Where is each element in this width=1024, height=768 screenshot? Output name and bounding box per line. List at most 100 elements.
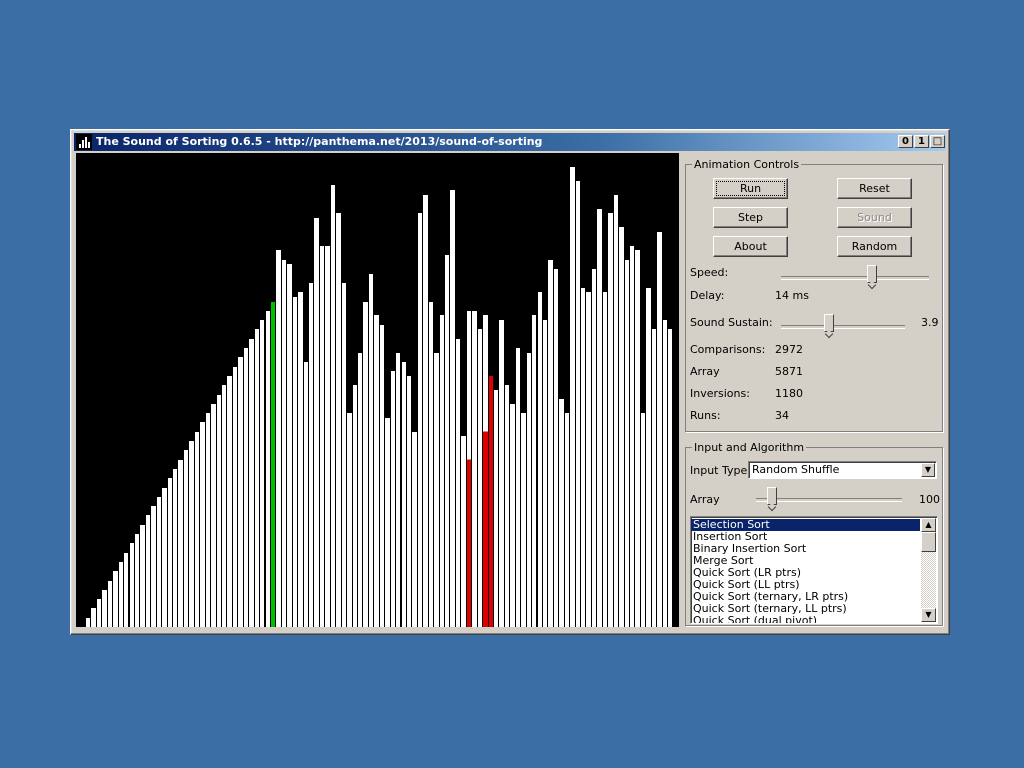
animation-controls-legend: Animation Controls	[694, 158, 800, 171]
sound-sustain-slider-thumb[interactable]	[824, 314, 835, 332]
value-bar	[347, 413, 352, 627]
restore-icon[interactable]: 1	[914, 135, 929, 148]
value-bar	[390, 371, 396, 627]
value-bar	[287, 264, 292, 627]
value-bar	[483, 315, 488, 627]
value-bar	[140, 524, 145, 627]
sound-button[interactable]: Sound	[837, 207, 912, 228]
value-bar	[575, 180, 580, 627]
array-size-slider-thumb[interactable]	[766, 487, 777, 505]
minimize-icon[interactable]: 0	[898, 135, 913, 148]
value-bar	[662, 320, 668, 627]
reset-button[interactable]: Reset	[837, 178, 912, 199]
value-bar	[183, 450, 189, 627]
value-bar	[341, 282, 347, 627]
algorithm-list[interactable]: Selection Sort Insertion Sort Binary Inser…	[690, 516, 938, 624]
value-bar	[118, 561, 124, 627]
value-bar	[211, 403, 216, 627]
value-bar	[581, 287, 586, 627]
value-bar	[472, 310, 477, 627]
value-bar	[412, 431, 417, 627]
delay-label: Delay:	[690, 289, 725, 302]
value-bar	[368, 273, 374, 627]
value-bar	[488, 375, 493, 627]
value-bar	[455, 338, 461, 627]
control-panel: Animation Controls Run Reset Step Sound …	[683, 153, 946, 631]
value-bar	[260, 320, 265, 627]
value-bar	[553, 268, 559, 627]
step-button[interactable]: Step	[713, 207, 788, 228]
input-algorithm-legend: Input and Algorithm	[694, 441, 805, 454]
scrollbar-thumb[interactable]	[921, 532, 936, 552]
value-bar	[521, 413, 526, 627]
value-bar	[222, 385, 227, 627]
value-bar	[303, 361, 308, 627]
value-bar	[548, 259, 553, 627]
speed-slider-thumb[interactable]	[866, 265, 877, 283]
window-title: The Sound of Sorting 0.6.5 - http://pant…	[96, 135, 543, 148]
value-bar	[352, 385, 357, 627]
about-button[interactable]: About	[713, 236, 788, 257]
algorithm-list-scrollbar[interactable]: ▲ ▼	[921, 518, 936, 622]
value-bar	[466, 310, 472, 627]
input-type-select[interactable]: Random Shuffle ▼	[748, 461, 937, 479]
value-bar	[477, 329, 483, 627]
maximize-icon[interactable]: □	[930, 135, 945, 148]
value-bar	[668, 329, 673, 627]
value-bar	[254, 329, 260, 627]
value-bar	[238, 357, 243, 627]
scroll-down-icon[interactable]: ▼	[921, 608, 936, 622]
sound-sustain-slider-track[interactable]	[781, 325, 905, 329]
value-bar	[156, 496, 162, 627]
value-bar	[270, 301, 276, 627]
value-bar	[363, 301, 368, 627]
input-type-label: Input Type:	[690, 464, 751, 477]
value-bar	[227, 375, 232, 627]
runs-value: 34	[775, 409, 789, 422]
value-bar	[434, 352, 439, 627]
run-button[interactable]: Run	[713, 178, 788, 199]
value-bar	[276, 250, 281, 627]
array-size-slider-track[interactable]	[756, 498, 902, 502]
value-bar	[113, 571, 118, 627]
chevron-down-icon[interactable]: ▼	[921, 463, 935, 477]
speed-label: Speed:	[690, 266, 729, 279]
value-bar	[396, 352, 401, 627]
value-bar	[559, 399, 564, 627]
value-bar	[194, 431, 200, 627]
input-type-value: Random Shuffle	[752, 463, 840, 476]
delay-value: 14 ms	[775, 289, 809, 302]
sound-sustain-value: 3.9	[921, 316, 939, 329]
speed-slider-track[interactable]	[781, 276, 929, 280]
main-window: The Sound of Sorting 0.6.5 - http://pant…	[70, 129, 950, 635]
algorithm-list-item[interactable]: Quick Sort (dual pivot)	[691, 615, 920, 624]
value-bar	[167, 478, 172, 627]
value-bar	[640, 413, 646, 627]
value-bar	[173, 468, 178, 627]
value-bar	[374, 315, 379, 627]
value-bar	[651, 329, 657, 627]
value-bar	[189, 441, 194, 627]
value-bar	[249, 338, 254, 627]
value-bar	[107, 580, 113, 627]
value-bar	[145, 515, 151, 627]
scroll-up-icon[interactable]: ▲	[921, 518, 936, 532]
value-bar	[265, 310, 270, 627]
value-bar	[417, 213, 423, 627]
runs-label: Runs:	[690, 409, 721, 422]
value-bar	[542, 320, 548, 627]
value-bar	[619, 227, 624, 627]
title-bar[interactable]: The Sound of Sorting 0.6.5 - http://pant…	[74, 133, 946, 151]
value-bar	[515, 348, 521, 627]
app-icon	[76, 134, 92, 150]
value-bar	[591, 268, 597, 627]
value-bar	[162, 487, 167, 627]
random-button[interactable]: Random	[837, 236, 912, 257]
value-bar	[216, 394, 221, 627]
value-bar	[510, 403, 515, 627]
value-bar	[358, 352, 363, 627]
value-bar	[379, 324, 385, 627]
value-bar	[630, 245, 635, 627]
value-bar	[537, 292, 542, 627]
value-bar	[385, 417, 390, 627]
